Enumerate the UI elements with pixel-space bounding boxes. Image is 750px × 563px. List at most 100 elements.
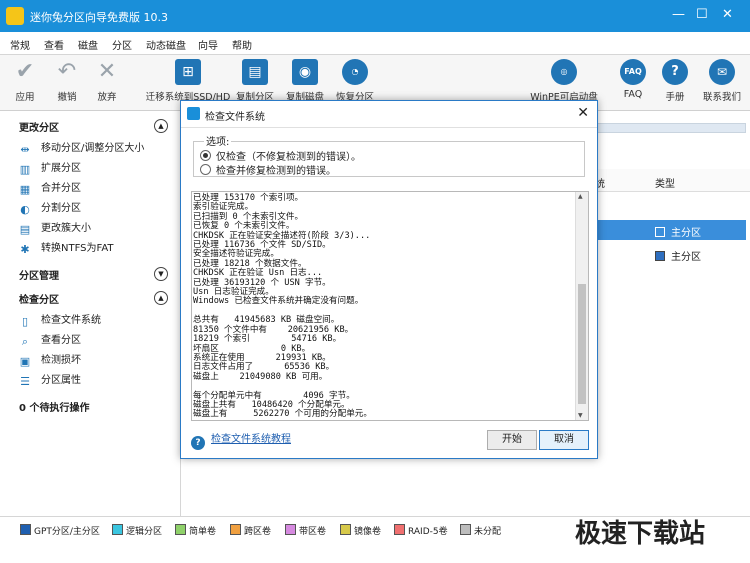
legend-item: GPT分区/主分区 bbox=[20, 524, 100, 537]
help-link-row: ? 检查文件系统教程 bbox=[191, 430, 291, 450]
sidebar-item-convert-ntfs-fat[interactable]: ✱ 转换NTFS为FAT bbox=[19, 239, 113, 256]
sidebar-item-surface-test[interactable]: ▣ 检测损坏 bbox=[19, 351, 81, 368]
menu-dynamic-disk[interactable]: 动态磁盘 bbox=[146, 37, 186, 52]
faq-icon: FAQ bbox=[620, 59, 646, 85]
winpe-button[interactable]: ◎ WinPE可启动盘 bbox=[528, 59, 600, 103]
properties-icon: ☰ bbox=[20, 375, 30, 388]
faq-label: FAQ bbox=[623, 89, 643, 100]
discard-button[interactable]: ✕ 放弃 bbox=[92, 59, 122, 103]
search-icon: ⌕ bbox=[21, 335, 29, 348]
option-check-and-fix[interactable]: 检查并修复检测到的错误。 bbox=[200, 162, 336, 177]
sidebar-item-label: 分割分区 bbox=[41, 203, 81, 214]
sidebar-item-resize[interactable]: ⇹ 移动分区/调整分区大小 bbox=[19, 139, 144, 156]
option-label: 检查并修复检测到的错误。 bbox=[216, 166, 336, 177]
sidebar-item-label: 更改簇大小 bbox=[41, 223, 91, 234]
sidebar-item-label: 检测损坏 bbox=[41, 355, 81, 366]
chevron-down-icon[interactable]: ▼ bbox=[154, 267, 168, 281]
disc-icon: ◎ bbox=[551, 59, 577, 85]
options-group: 选项: 仅检查（不修复检测到的错误）。 检查并修复检测到的错误。 bbox=[193, 133, 585, 177]
recover-partition-button[interactable]: ◔ 恢复分区 bbox=[332, 59, 378, 103]
manual-button[interactable]: ? 手册 bbox=[660, 59, 690, 103]
mail-icon: ✉ bbox=[709, 59, 735, 85]
check-icon: ✔ bbox=[15, 59, 35, 84]
sidebar-item-extend[interactable]: ▥ 扩展分区 bbox=[19, 159, 81, 176]
radio-selected-icon[interactable] bbox=[200, 150, 211, 161]
dialog-close-icon[interactable]: ✕ bbox=[577, 105, 589, 121]
disk-bar[interactable] bbox=[596, 123, 746, 133]
sidebar-item-label: 扩展分区 bbox=[41, 163, 81, 174]
migrate-icon: ⊞ bbox=[175, 59, 201, 85]
legend-item: 带区卷 bbox=[285, 524, 326, 537]
menu-disk[interactable]: 磁盘 bbox=[78, 37, 98, 52]
sidebar-item-explore[interactable]: ⌕ 查看分区 bbox=[19, 331, 81, 348]
app-logo-icon bbox=[6, 7, 24, 25]
log-output[interactable]: 已处理 153170 个索引项。 索引验证完成。 已扫描到 0 个未索引文件。 … bbox=[191, 191, 589, 421]
apply-label: 应用 bbox=[15, 92, 35, 103]
sidebar-item-check-file-system[interactable]: ▯ 检查文件系统 bbox=[19, 311, 101, 328]
apply-button[interactable]: ✔ 应用 bbox=[10, 59, 40, 103]
row-type: 主分区 bbox=[655, 248, 701, 263]
file-check-icon: ▯ bbox=[21, 315, 29, 328]
sidebar-item-split[interactable]: ◐ 分割分区 bbox=[19, 199, 81, 216]
option-check-only[interactable]: 仅检查（不修复检测到的错误）。 bbox=[200, 148, 361, 163]
menu-help[interactable]: 帮助 bbox=[232, 37, 252, 52]
scroll-up-icon[interactable]: ▲ bbox=[578, 193, 583, 200]
radio-icon[interactable] bbox=[200, 164, 211, 175]
copy-disk-button[interactable]: ◉ 复制磁盘 bbox=[282, 59, 328, 103]
convert-icon: ✱ bbox=[20, 243, 30, 256]
dialog-title-bar: 检查文件系统 ✕ bbox=[181, 101, 597, 128]
sidebar-item-properties[interactable]: ☰ 分区属性 bbox=[19, 371, 81, 388]
sidebar-item-label: 查看分区 bbox=[41, 335, 81, 346]
tutorial-link[interactable]: 检查文件系统教程 bbox=[211, 434, 291, 445]
check-file-system-dialog: 检查文件系统 ✕ 选项: 仅检查（不修复检测到的错误）。 检查并修复检测到的错误… bbox=[180, 100, 598, 459]
cluster-icon: ▤ bbox=[19, 223, 31, 236]
menu-partition[interactable]: 分区 bbox=[112, 37, 132, 52]
scroll-thumb[interactable] bbox=[578, 284, 586, 404]
row-type: 主分区 bbox=[655, 224, 701, 239]
legend-item: 逻辑分区 bbox=[112, 524, 162, 537]
scroll-down-icon[interactable]: ▼ bbox=[578, 412, 583, 419]
col-type: 类型 bbox=[655, 179, 675, 190]
sidebar-item-cluster-size[interactable]: ▤ 更改簇大小 bbox=[19, 219, 91, 236]
extend-icon: ▥ bbox=[19, 163, 31, 176]
legend-item: 镜像卷 bbox=[340, 524, 381, 537]
sidebar-item-label: 移动分区/调整分区大小 bbox=[41, 143, 145, 154]
app-title: 迷你兔分区向导免费版 10.3 bbox=[30, 11, 168, 24]
copy-disk-icon: ◉ bbox=[292, 59, 318, 85]
recover-icon: ◔ bbox=[342, 59, 368, 85]
manual-label: 手册 bbox=[665, 92, 685, 103]
dialog-app-icon bbox=[187, 107, 200, 120]
log-scrollbar[interactable]: ▲ ▼ bbox=[575, 192, 588, 420]
migrate-os-button[interactable]: ⊞ 迁移系统到SSD/HD bbox=[142, 59, 234, 103]
maximize-icon[interactable]: ☐ bbox=[696, 7, 708, 22]
copy-partition-icon: ▤ bbox=[242, 59, 268, 85]
log-text: 已处理 153170 个索引项。 索引验证完成。 已扫描到 0 个未索引文件。 … bbox=[193, 193, 372, 420]
chevron-up-icon[interactable]: ▲ bbox=[154, 291, 168, 305]
contact-button[interactable]: ✉ 联系我们 bbox=[700, 59, 744, 103]
help-icon: ? bbox=[191, 436, 205, 450]
chevron-up-icon[interactable]: ▲ bbox=[154, 119, 168, 133]
close-icon[interactable]: ✕ bbox=[722, 7, 733, 22]
start-button[interactable]: 开始 bbox=[487, 430, 537, 450]
minimize-icon[interactable]: — bbox=[672, 7, 685, 22]
discard-icon: ✕ bbox=[97, 59, 117, 84]
menu-general[interactable]: 常规 bbox=[10, 37, 30, 52]
options-label: 选项: bbox=[204, 133, 232, 148]
sidebar-item-label: 分区属性 bbox=[41, 375, 81, 386]
sidebar-item-merge[interactable]: ▦ 合并分区 bbox=[19, 179, 81, 196]
pending-operations: 0 个待执行操作 bbox=[19, 403, 90, 414]
split-icon: ◐ bbox=[20, 203, 30, 216]
copy-partition-button[interactable]: ▤ 复制分区 bbox=[232, 59, 278, 103]
watermark: 极速下载站 bbox=[575, 519, 706, 549]
menu-bar: 常规 查看 磁盘 分区 动态磁盘 向导 帮助 bbox=[0, 32, 750, 55]
menu-wizard[interactable]: 向导 bbox=[198, 37, 218, 52]
contact-label: 联系我们 bbox=[702, 92, 741, 103]
undo-label: 撤销 bbox=[57, 92, 77, 103]
cancel-button[interactable]: 取消 bbox=[539, 430, 589, 450]
faq-button[interactable]: FAQ FAQ bbox=[618, 59, 648, 100]
dialog-title: 检查文件系统 bbox=[205, 112, 265, 123]
undo-button[interactable]: ↶ 撤销 bbox=[52, 59, 82, 103]
section-partition-management: 分区管理 bbox=[19, 271, 59, 282]
menu-view[interactable]: 查看 bbox=[44, 37, 64, 52]
legend-item: RAID-5卷 bbox=[394, 524, 448, 537]
